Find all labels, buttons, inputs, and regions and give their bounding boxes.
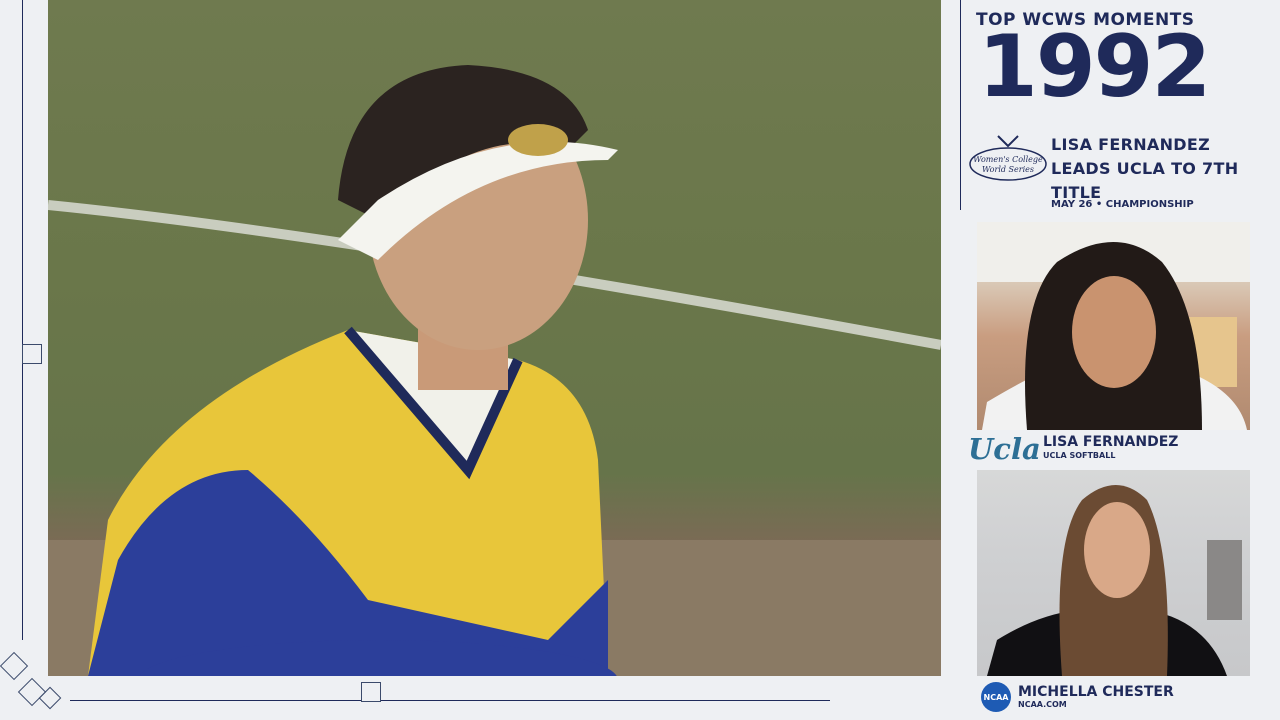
date-round-line: MAY 26 • CHAMPIONSHIP [1051, 199, 1194, 210]
deco-diamond-1 [0, 651, 29, 681]
svg-text:Women's College: Women's College [973, 155, 1043, 164]
archival-softball-image [48, 65, 941, 676]
host-affiliation: NCAA.COM [1018, 700, 1067, 709]
host-name: MICHELLA CHESTER [1018, 684, 1174, 700]
guest-webcam-image [977, 222, 1250, 430]
ucla-logo: Ucla [968, 432, 1041, 466]
host-video-feed [977, 470, 1250, 676]
moment-headline: LISA FERNANDEZ LEADS UCLA TO 7TH TITLE [1051, 135, 1239, 202]
frame-line-bottom [70, 700, 830, 701]
svg-text:World Series: World Series [982, 165, 1034, 174]
separator-dot: • [1095, 199, 1103, 210]
frame-line-sidebar [960, 0, 961, 210]
moment-round: CHAMPIONSHIP [1105, 199, 1194, 210]
deco-square-left [22, 344, 42, 364]
frame-line-left [22, 0, 23, 640]
deco-square-bottom [361, 682, 381, 702]
moment-date: MAY 26 [1051, 199, 1093, 210]
ncaa-logo-icon: NCAA [981, 682, 1011, 712]
wcws-logo-icon: Women's College World Series [969, 135, 1047, 181]
host-webcam-image [987, 485, 1242, 676]
guest-video-feed [977, 222, 1250, 430]
year-title: 1992 [978, 17, 1211, 117]
guest-affiliation: UCLA SOFTBALL [1043, 451, 1116, 460]
guest-name: LISA FERNANDEZ [1043, 434, 1179, 450]
main-video-frame [48, 0, 941, 676]
